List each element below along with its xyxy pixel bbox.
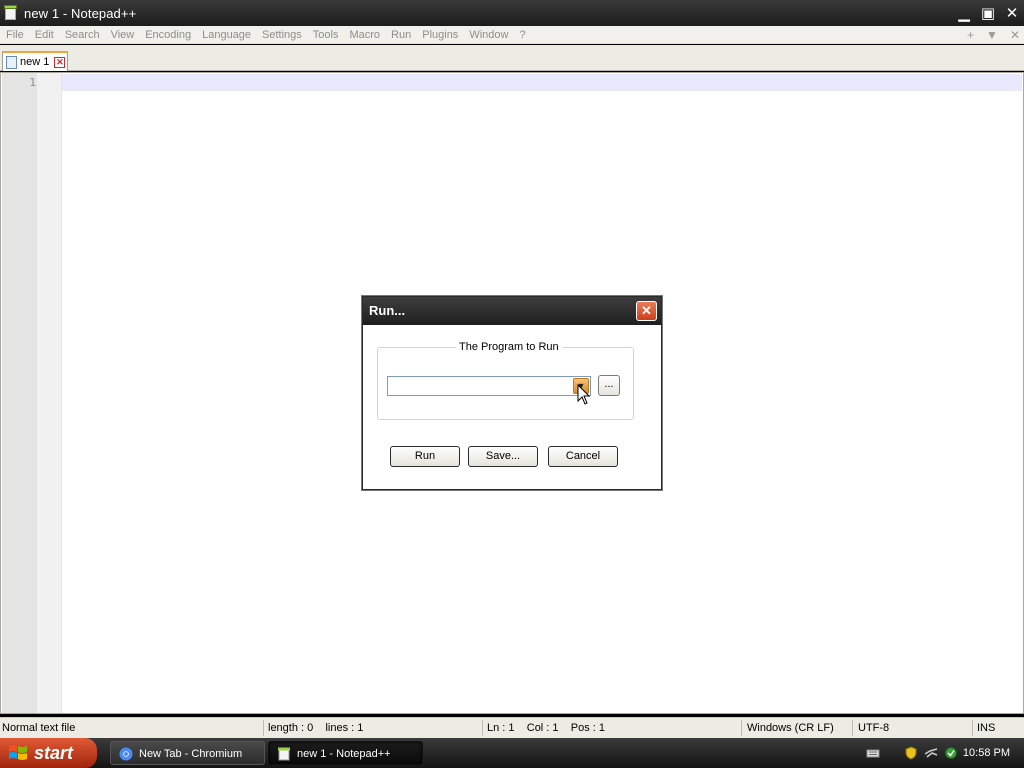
system-tray: 10:58 PM: [860, 738, 1024, 768]
menu-settings[interactable]: Settings: [256, 29, 307, 41]
status-file-type: Normal text file: [2, 722, 76, 734]
security-shield-icon[interactable]: [904, 746, 918, 760]
save-button[interactable]: Save...: [468, 446, 538, 467]
fold-margin[interactable]: [37, 73, 61, 713]
window-title: new 1 - Notepad++: [24, 5, 137, 21]
network-icon[interactable]: [924, 746, 938, 760]
start-button[interactable]: start: [0, 738, 97, 768]
menu-view[interactable]: View: [105, 29, 140, 41]
tab-new-1[interactable]: new 1 ✕: [2, 51, 68, 71]
menu-window[interactable]: Window: [463, 29, 513, 41]
run-button[interactable]: Run: [390, 446, 460, 467]
taskbar: start New Tab - Chromium new 1 - Notepad…: [0, 738, 1024, 768]
restore-button[interactable]: ▣: [976, 0, 1000, 26]
dialog-close-button[interactable]: ✕: [636, 301, 657, 321]
mouse-cursor-icon: [577, 384, 591, 405]
line-number: 1: [29, 76, 36, 89]
cancel-button[interactable]: Cancel: [548, 446, 618, 467]
tab-label: new 1: [20, 56, 50, 68]
browse-button[interactable]: ...: [598, 375, 620, 396]
menu-file[interactable]: File: [0, 29, 29, 41]
menu-encoding[interactable]: Encoding: [139, 29, 196, 41]
status-encoding: UTF-8: [858, 722, 890, 734]
taskbar-item-chromium[interactable]: New Tab - Chromium: [110, 741, 265, 765]
menu-edit[interactable]: Edit: [29, 29, 59, 41]
keyboard-icon[interactable]: [866, 746, 880, 760]
clock[interactable]: 10:58 PM: [963, 738, 1010, 768]
menu-help[interactable]: ?: [513, 29, 530, 41]
menu-language[interactable]: Language: [196, 29, 256, 41]
status-mode: INS: [977, 722, 996, 734]
status-bar: Normal text file length : 0 lines : 1 Ln…: [0, 717, 1024, 738]
line-number-gutter: 1: [2, 73, 62, 713]
task-label: New Tab - Chromium: [139, 748, 243, 760]
tab-bar: new 1 ✕: [0, 45, 1024, 71]
notepadpp-icon: [4, 5, 18, 21]
program-combobox[interactable]: ▼: [387, 376, 591, 396]
program-groupbox: The Program to Run ▼ ...: [377, 341, 634, 420]
chromium-icon: [119, 747, 133, 761]
task-label: new 1 - Notepad++: [297, 748, 391, 760]
menu-search[interactable]: Search: [59, 29, 105, 41]
menu-macro[interactable]: Macro: [343, 29, 385, 41]
windows-logo-icon: [9, 745, 27, 760]
dialog-title: Run...: [363, 297, 661, 325]
close-window-button[interactable]: ✕: [1000, 0, 1024, 26]
menu-plugins[interactable]: Plugins: [416, 29, 463, 41]
group-label: The Program to Run: [456, 341, 562, 353]
status-position: Ln : 1 Col : 1 Pos : 1: [487, 722, 606, 734]
run-dialog: Run... ✕ The Program to Run ▼ ... Run Sa…: [362, 296, 662, 490]
menu-bar: File Edit Search View Encoding Language …: [0, 26, 1024, 44]
start-label: start: [34, 743, 74, 763]
status-eol: Windows (CR LF): [747, 722, 834, 734]
title-bar: new 1 - Notepad++ ▁ ▣ ✕: [0, 0, 1024, 26]
menu-run[interactable]: Run: [385, 29, 416, 41]
program-input[interactable]: [388, 377, 574, 395]
tab-close-icon[interactable]: ✕: [54, 56, 66, 68]
current-line-highlight[interactable]: [62, 74, 1022, 91]
dropdown-icon[interactable]: ▼: [986, 28, 998, 42]
close-icon[interactable]: ✕: [1010, 28, 1020, 42]
menu-tools[interactable]: Tools: [307, 29, 344, 41]
notepadpp-icon: [278, 747, 290, 761]
file-icon: [6, 55, 17, 69]
plus-icon[interactable]: +: [967, 28, 974, 42]
minimize-button[interactable]: ▁: [952, 0, 976, 26]
taskbar-item-notepadpp[interactable]: new 1 - Notepad++: [268, 741, 423, 765]
update-icon[interactable]: [944, 746, 958, 760]
status-length-lines: length : 0 lines : 1: [268, 722, 364, 734]
